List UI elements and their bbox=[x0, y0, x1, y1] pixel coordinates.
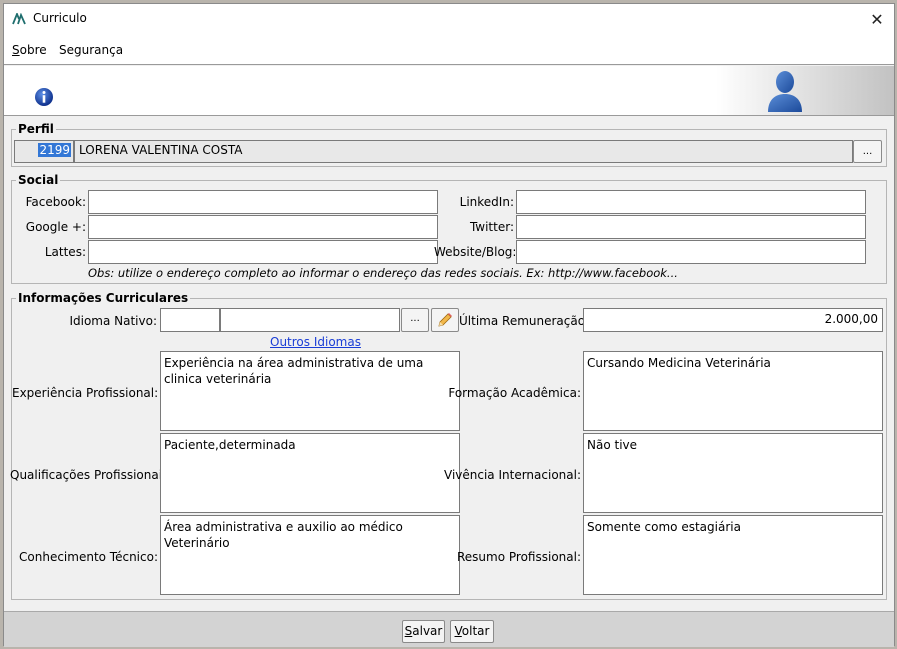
menu-bar: Sobre Segurança bbox=[4, 35, 894, 65]
close-button[interactable]: ✕ bbox=[860, 4, 894, 35]
social-legend: Social bbox=[18, 173, 59, 187]
vivencia-label: Vivência Internacional: bbox=[444, 468, 581, 482]
facebook-label: Facebook: bbox=[25, 195, 86, 209]
idioma-edit-button[interactable] bbox=[431, 308, 459, 332]
menu-sobre-mnemonic: S bbox=[12, 43, 20, 57]
idioma-browse-button[interactable]: ... bbox=[401, 308, 429, 332]
twitter-input[interactable] bbox=[516, 215, 866, 239]
website-input[interactable] bbox=[516, 240, 866, 264]
salvar-button[interactable]: Salvar bbox=[402, 620, 445, 643]
linkedin-label: LinkedIn: bbox=[459, 195, 514, 209]
outros-idiomas-link[interactable]: Outros Idiomas bbox=[270, 335, 361, 349]
perfil-legend: Perfil bbox=[18, 122, 54, 136]
voltar-mnemonic: V bbox=[454, 624, 462, 638]
perfil-name-field[interactable]: LORENA VALENTINA COSTA bbox=[74, 140, 853, 163]
website-label: Website/Blog: bbox=[434, 245, 517, 259]
ultima-remuneracao-input[interactable]: 2.000,00 bbox=[583, 308, 883, 332]
lattes-label: Lattes: bbox=[44, 245, 86, 259]
qualificacoes-label: Qualificações Profissionais: bbox=[10, 468, 173, 482]
perfil-id-value: 2199 bbox=[38, 143, 71, 157]
pencil-icon bbox=[438, 313, 452, 327]
header-band bbox=[4, 66, 894, 116]
conhecimento-label: Conhecimento Técnico: bbox=[19, 550, 158, 564]
user-silhouette-icon bbox=[768, 71, 802, 112]
voltar-button[interactable]: Voltar bbox=[450, 620, 494, 643]
vivencia-textarea[interactable]: Não tive bbox=[583, 433, 883, 513]
info-icon[interactable] bbox=[34, 87, 54, 107]
twitter-label: Twitter: bbox=[469, 220, 514, 234]
menu-sobre[interactable]: Sobre bbox=[12, 43, 47, 57]
perfil-id-field[interactable]: 2199 bbox=[14, 140, 74, 163]
title-bar: Curriculo ✕ bbox=[4, 4, 894, 35]
conhecimento-textarea[interactable]: Área administrativa e auxilio ao médico … bbox=[160, 515, 460, 595]
resumo-label: Resumo Profissional: bbox=[457, 550, 581, 564]
idioma-name-input[interactable] bbox=[220, 308, 400, 332]
qualificacoes-textarea[interactable]: Paciente,determinada bbox=[160, 433, 460, 513]
app-logo-icon bbox=[12, 13, 26, 25]
menu-sobre-label: obre bbox=[19, 43, 47, 57]
idioma-nativo-label: Idioma Nativo: bbox=[69, 314, 157, 328]
linkedin-input[interactable] bbox=[516, 190, 866, 214]
window-title: Curriculo bbox=[33, 11, 87, 25]
footer-bar: Salvar Voltar bbox=[4, 611, 894, 647]
idioma-code-input[interactable] bbox=[160, 308, 220, 332]
voltar-label: oltar bbox=[461, 624, 490, 638]
facebook-input[interactable] bbox=[88, 190, 438, 214]
curriculares-legend: Informações Curriculares bbox=[18, 291, 189, 305]
experiencia-textarea[interactable]: Experiência na área administrativa de um… bbox=[160, 351, 460, 431]
formacao-label: Formação Acadêmica: bbox=[448, 386, 581, 400]
curriculo-window: Curriculo ✕ Sobre Segurança Perfil 2199 … bbox=[3, 3, 895, 647]
resumo-textarea[interactable]: Somente como estagiária bbox=[583, 515, 883, 595]
formacao-textarea[interactable]: Cursando Medicina Veterinária bbox=[583, 351, 883, 431]
experiencia-label: Experiência Profissional: bbox=[12, 386, 159, 400]
google-label: Google +: bbox=[25, 220, 86, 234]
menu-seguranca[interactable]: Segurança bbox=[59, 43, 123, 57]
salvar-label: alvar bbox=[412, 624, 443, 638]
ultima-remuneracao-label: Última Remuneração: bbox=[459, 314, 590, 328]
lattes-input[interactable] bbox=[88, 240, 438, 264]
google-input[interactable] bbox=[88, 215, 438, 239]
social-obs-note: Obs: utilize o endereço completo ao info… bbox=[88, 266, 678, 280]
perfil-browse-button[interactable]: ... bbox=[853, 140, 882, 163]
